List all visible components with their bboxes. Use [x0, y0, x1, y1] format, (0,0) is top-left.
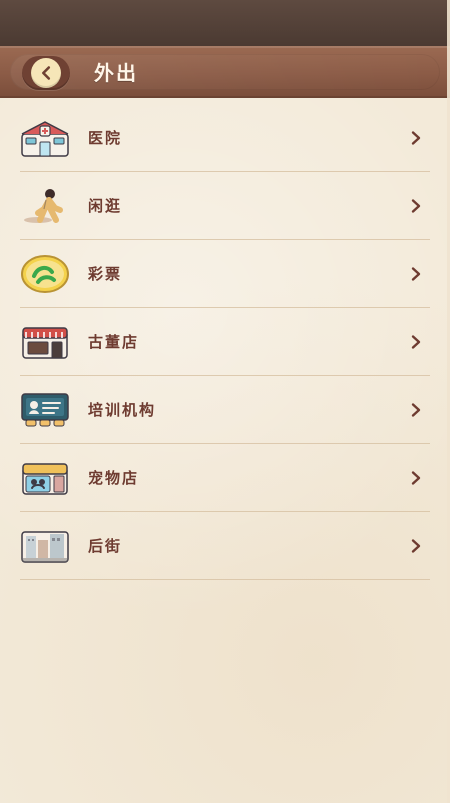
menu-item-hospital[interactable]: 医院 [20, 104, 430, 172]
page-title: 外出 [94, 61, 138, 85]
menu-item-antique-shop[interactable]: 古董店 [20, 308, 430, 376]
menu-item-stroll[interactable]: 闲逛 [20, 172, 430, 240]
menu-item-back-street[interactable]: 后街 [20, 512, 430, 580]
training-institution-icon [20, 390, 70, 430]
pet-shop-icon [20, 458, 70, 498]
chevron-right-icon [402, 172, 430, 240]
lottery-icon [20, 254, 70, 294]
chevron-right-icon [402, 444, 430, 512]
hospital-icon [20, 118, 70, 158]
menu-item-label: 彩票 [88, 265, 123, 283]
back-button[interactable] [22, 56, 70, 90]
menu-item-pet-shop[interactable]: 宠物店 [20, 444, 430, 512]
chevron-right-icon [402, 376, 430, 444]
chevron-right-icon [402, 512, 430, 580]
menu-item-label: 宠物店 [88, 469, 140, 487]
chevron-right-icon [402, 308, 430, 376]
back-street-icon [20, 526, 70, 566]
menu-item-lottery[interactable]: 彩票 [20, 240, 430, 308]
menu-item-training[interactable]: 培训机构 [20, 376, 430, 444]
antique-shop-icon [20, 322, 70, 362]
menu-item-label: 闲逛 [88, 197, 123, 215]
chevron-right-icon [402, 240, 430, 308]
menu-item-label: 后街 [88, 537, 123, 555]
menu-item-label: 古董店 [88, 333, 140, 351]
walking-person-icon [20, 186, 70, 226]
menu-item-label: 培训机构 [88, 401, 157, 419]
back-icon [31, 58, 61, 88]
menu-list: 医院 闲逛 彩票 古董店 培训机构 宠物店 后街 [0, 104, 450, 580]
menu-item-label: 医院 [88, 129, 123, 147]
chevron-right-icon [402, 104, 430, 172]
status-bar [0, 0, 450, 46]
